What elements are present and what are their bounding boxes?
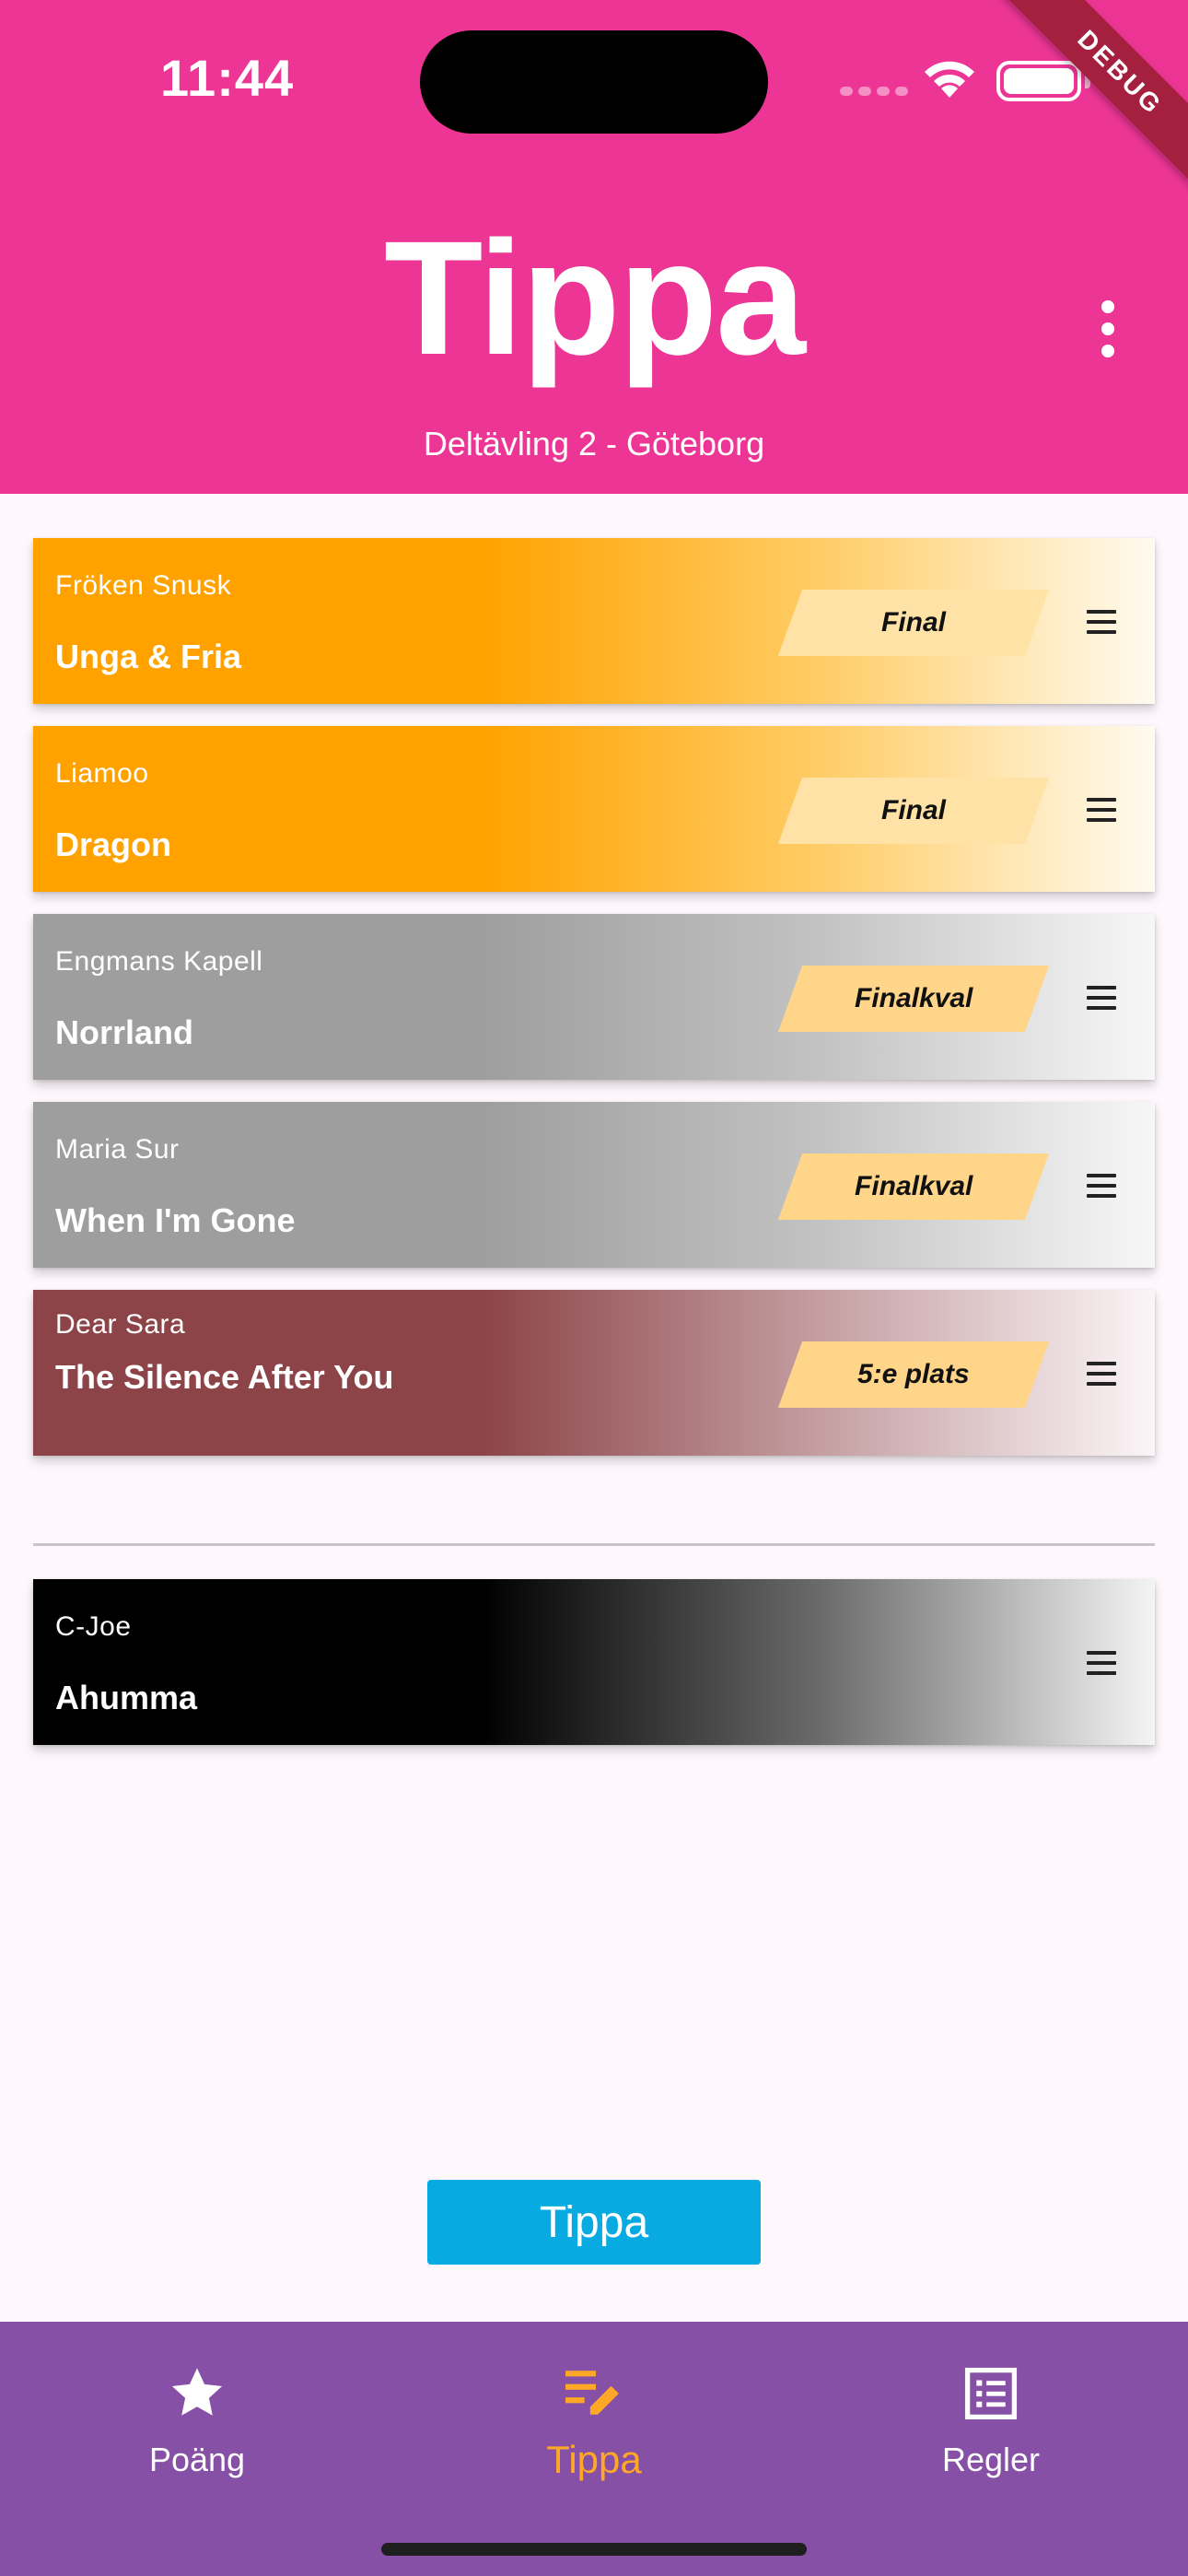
- song-card[interactable]: Dear Sara The Silence After You 5:e plat…: [33, 1290, 1155, 1456]
- result-badge: Final: [777, 590, 1050, 656]
- drag-handle-icon[interactable]: [1087, 798, 1116, 828]
- eliminated-song-list: C-Joe Ahumma: [33, 1579, 1155, 1767]
- song-card[interactable]: Liamoo Dragon Final: [33, 726, 1155, 892]
- song-card[interactable]: C-Joe Ahumma: [33, 1579, 1155, 1745]
- drag-handle-icon[interactable]: [1087, 1651, 1116, 1681]
- song-card[interactable]: Engmans Kapell Norrland Finalkval: [33, 914, 1155, 1080]
- app-header: 11:44 DEBUG Tippa Deltävling 2 - Götebor…: [0, 0, 1188, 494]
- nav-item-label: Poäng: [148, 2441, 246, 2478]
- status-time: 11:44: [160, 49, 295, 107]
- cellular-signal-icon: [840, 87, 908, 96]
- wifi-icon: [925, 61, 974, 98]
- page-subtitle: Deltävling 2 - Göteborg: [423, 425, 765, 463]
- song-title: When I'm Gone: [55, 1201, 296, 1239]
- dynamic-island: [420, 30, 768, 134]
- song-card[interactable]: Maria Sur When I'm Gone Finalkval: [33, 1102, 1155, 1268]
- drag-handle-icon[interactable]: [1087, 986, 1116, 1016]
- song-title: Ahumma: [55, 1679, 198, 1716]
- result-badge: Final: [777, 778, 1050, 844]
- list-box-icon: [964, 2367, 1018, 2420]
- song-title: Dragon: [55, 825, 171, 863]
- app-root: 11:44 DEBUG Tippa Deltävling 2 - Götebor…: [0, 0, 1188, 2576]
- list-divider: [33, 1543, 1155, 1546]
- battery-icon: [996, 61, 1090, 101]
- artist-name: Maria Sur: [55, 1134, 180, 1165]
- song-title: Norrland: [55, 1013, 194, 1051]
- drag-handle-icon[interactable]: [1087, 1362, 1116, 1392]
- song-card[interactable]: Fröken Snusk Unga & Fria Final: [33, 538, 1155, 704]
- drag-handle-icon[interactable]: [1087, 610, 1116, 640]
- ranked-song-list: Fröken Snusk Unga & Fria Final Liamoo Dr…: [33, 538, 1155, 1478]
- song-title: The Silence After You: [55, 1358, 394, 1396]
- artist-name: Fröken Snusk: [55, 570, 232, 601]
- nav-item-poang[interactable]: Poäng: [59, 2348, 335, 2480]
- submit-tippa-button[interactable]: Tippa: [427, 2180, 761, 2265]
- nav-item-tippa[interactable]: Tippa: [456, 2348, 732, 2480]
- bottom-navigation: Poäng Tippa Regler: [0, 2322, 1188, 2576]
- drag-handle-icon[interactable]: [1087, 1174, 1116, 1204]
- result-badge: Finalkval: [777, 1153, 1050, 1220]
- artist-name: Liamoo: [55, 758, 149, 789]
- artist-name: C-Joe: [55, 1611, 132, 1642]
- artist-name: Dear Sara: [55, 1309, 186, 1340]
- more-options-icon[interactable]: [1101, 300, 1114, 367]
- edit-list-icon: [565, 2371, 619, 2415]
- home-indicator: [381, 2543, 807, 2556]
- artist-name: Engmans Kapell: [55, 946, 263, 977]
- page-title: Tippa: [383, 208, 806, 389]
- result-badge: 5:e plats: [777, 1341, 1050, 1408]
- nav-item-label: Tippa: [546, 2438, 642, 2481]
- result-badge: Finalkval: [777, 966, 1050, 1032]
- star-icon: [171, 2368, 223, 2416]
- song-title: Unga & Fria: [55, 638, 242, 675]
- nav-item-regler[interactable]: Regler: [853, 2348, 1129, 2480]
- nav-item-label: Regler: [941, 2441, 1041, 2478]
